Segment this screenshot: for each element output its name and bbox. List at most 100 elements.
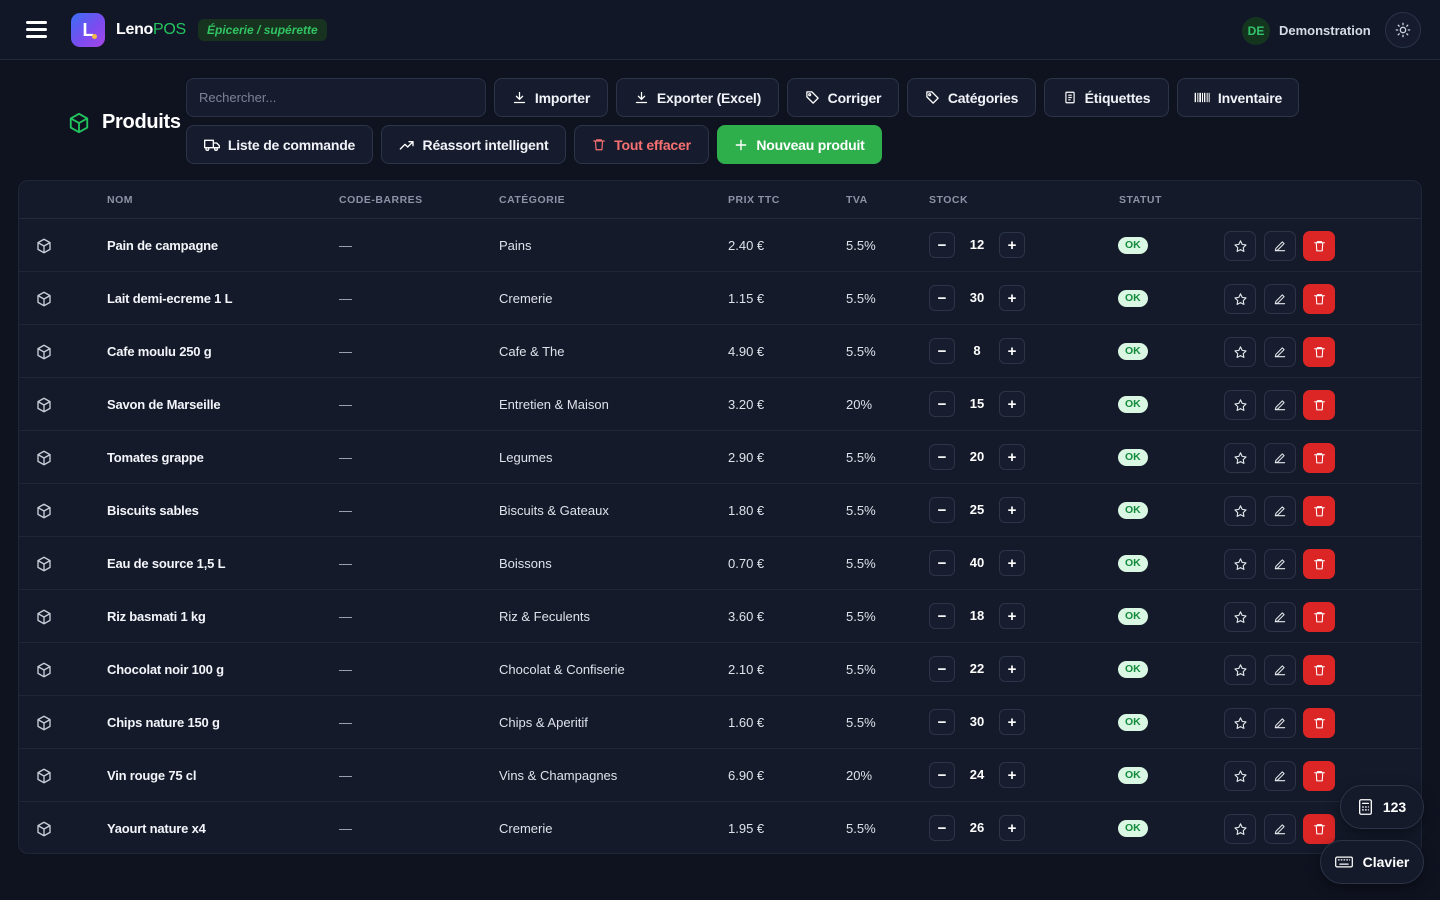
header-status[interactable]: STATUT	[1119, 194, 1162, 206]
stock-increment-button[interactable]: +	[999, 709, 1025, 735]
edit-button[interactable]	[1264, 390, 1296, 420]
table-row[interactable]: Pain de campagne — Pains 2.40 € 5.5% −12 + OK	[19, 219, 1421, 272]
header-barcode[interactable]: CODE-BARRES	[339, 194, 423, 206]
edit-button[interactable]	[1264, 549, 1296, 579]
delete-button[interactable]	[1303, 231, 1335, 261]
favorite-button[interactable]	[1224, 814, 1256, 844]
edit-button[interactable]	[1264, 814, 1296, 844]
favorite-button[interactable]	[1224, 549, 1256, 579]
stock-decrement-button[interactable]: −	[929, 550, 955, 576]
table-row[interactable]: Cafe moulu 250 g — Cafe & The 4.90 € 5.5% − 8 +…	[19, 325, 1421, 378]
inventory-button[interactable]: Inventaire	[1177, 78, 1299, 117]
table-row[interactable]: Savon de Marseille — Entretien & Maison 3.2…	[19, 378, 1421, 431]
header-price[interactable]: PRIX TTC	[728, 194, 780, 206]
favorite-button[interactable]	[1224, 655, 1256, 685]
product-category: Boissons	[499, 556, 552, 571]
table-row[interactable]: Eau de source 1,5 L — Boissons 0.70 € 5.5% −4…	[19, 537, 1421, 590]
favorite-button[interactable]	[1224, 761, 1256, 791]
stock-decrement-button[interactable]: −	[929, 497, 955, 523]
stock-increment-button[interactable]: +	[999, 391, 1025, 417]
table-row[interactable]: Tomates grappe — Legumes 2.90 € 5.5% −20 + OK	[19, 431, 1421, 484]
smart-restock-button[interactable]: Réassort intelligent	[381, 125, 566, 164]
edit-button[interactable]	[1264, 602, 1296, 632]
correct-button[interactable]: Corriger	[787, 78, 899, 117]
edit-button[interactable]	[1264, 496, 1296, 526]
favorite-button[interactable]	[1224, 231, 1256, 261]
clear-all-button[interactable]: Tout effacer	[574, 125, 709, 164]
header-vat[interactable]: TVA	[846, 194, 868, 206]
delete-button[interactable]	[1303, 443, 1335, 473]
table-row[interactable]: Yaourt nature x4 — Cremerie 1.95 € 5.5% −26 + O…	[19, 802, 1421, 853]
delete-button[interactable]	[1303, 337, 1335, 367]
delete-button[interactable]	[1303, 761, 1335, 791]
delete-button[interactable]	[1303, 549, 1335, 579]
table-row[interactable]: Chocolat noir 100 g — Chocolat & Confiseri…	[19, 643, 1421, 696]
keyboard-button[interactable]: Clavier	[1320, 840, 1424, 884]
stock-increment-button[interactable]: +	[999, 815, 1025, 841]
edit-button[interactable]	[1264, 231, 1296, 261]
delete-button[interactable]	[1303, 602, 1335, 632]
delete-button[interactable]	[1303, 390, 1335, 420]
delete-button[interactable]	[1303, 655, 1335, 685]
edit-button[interactable]	[1264, 284, 1296, 314]
import-button[interactable]: Importer	[494, 78, 608, 117]
box-icon	[35, 820, 53, 841]
stock-increment-button[interactable]: +	[999, 762, 1025, 788]
stock-increment-button[interactable]: +	[999, 656, 1025, 682]
table-row[interactable]: Lait demi-ecreme 1 L — Cremerie 1.15 € 5.5% −…	[19, 272, 1421, 325]
stock-increment-button[interactable]: +	[999, 603, 1025, 629]
stock-decrement-button[interactable]: −	[929, 603, 955, 629]
export-excel-button[interactable]: Exporter (Excel)	[616, 78, 779, 117]
delete-button[interactable]	[1303, 284, 1335, 314]
favorite-button[interactable]	[1224, 390, 1256, 420]
stock-increment-button[interactable]: +	[999, 232, 1025, 258]
search-input[interactable]	[186, 78, 486, 117]
header-category[interactable]: CATÉGORIE	[499, 194, 565, 206]
stock-increment-button[interactable]: +	[999, 497, 1025, 523]
numpad-button[interactable]: 123	[1340, 785, 1424, 829]
star-icon	[1233, 451, 1248, 466]
delete-button[interactable]	[1303, 814, 1335, 844]
edit-button[interactable]	[1264, 337, 1296, 367]
theme-toggle-button[interactable]	[1385, 12, 1421, 48]
table-row[interactable]: Biscuits sables — Biscuits & Gateaux 1.80 €…	[19, 484, 1421, 537]
edit-button[interactable]	[1264, 761, 1296, 791]
stock-decrement-button[interactable]: −	[929, 762, 955, 788]
delete-button[interactable]	[1303, 708, 1335, 738]
stock-decrement-button[interactable]: −	[929, 444, 955, 470]
stock-stepper: −18 +	[929, 603, 1029, 629]
header-name[interactable]: NOM	[107, 194, 133, 206]
stock-decrement-button[interactable]: −	[929, 338, 955, 364]
header-stock[interactable]: STOCK	[929, 194, 968, 206]
stock-increment-button[interactable]: +	[999, 285, 1025, 311]
new-product-button[interactable]: Nouveau produit	[717, 125, 882, 164]
edit-button[interactable]	[1264, 443, 1296, 473]
favorite-button[interactable]	[1224, 337, 1256, 367]
stock-decrement-button[interactable]: −	[929, 391, 955, 417]
favorite-button[interactable]	[1224, 284, 1256, 314]
stock-increment-button[interactable]: +	[999, 444, 1025, 470]
edit-button[interactable]	[1264, 655, 1296, 685]
favorite-button[interactable]	[1224, 602, 1256, 632]
user-avatar[interactable]: DE	[1242, 17, 1270, 45]
menu-icon[interactable]	[26, 20, 48, 38]
order-list-button[interactable]: Liste de commande	[186, 125, 373, 164]
user-name[interactable]: Demonstration	[1279, 23, 1371, 38]
labels-button[interactable]: Étiquettes	[1044, 78, 1169, 117]
stock-increment-button[interactable]: +	[999, 550, 1025, 576]
stock-decrement-button[interactable]: −	[929, 656, 955, 682]
delete-button[interactable]	[1303, 496, 1335, 526]
favorite-button[interactable]	[1224, 496, 1256, 526]
stock-decrement-button[interactable]: −	[929, 709, 955, 735]
stock-decrement-button[interactable]: −	[929, 285, 955, 311]
edit-button[interactable]	[1264, 708, 1296, 738]
favorite-button[interactable]	[1224, 708, 1256, 738]
stock-decrement-button[interactable]: −	[929, 232, 955, 258]
table-row[interactable]: Riz basmati 1 kg — Riz & Feculents 3.60 € 5.…	[19, 590, 1421, 643]
stock-decrement-button[interactable]: −	[929, 815, 955, 841]
table-row[interactable]: Chips nature 150 g — Chips & Aperitif 1.60 …	[19, 696, 1421, 749]
stock-increment-button[interactable]: +	[999, 338, 1025, 364]
table-row[interactable]: Vin rouge 75 cl — Vins & Champagnes 6.90 € 2…	[19, 749, 1421, 802]
categories-button[interactable]: Catégories	[907, 78, 1036, 117]
favorite-button[interactable]	[1224, 443, 1256, 473]
